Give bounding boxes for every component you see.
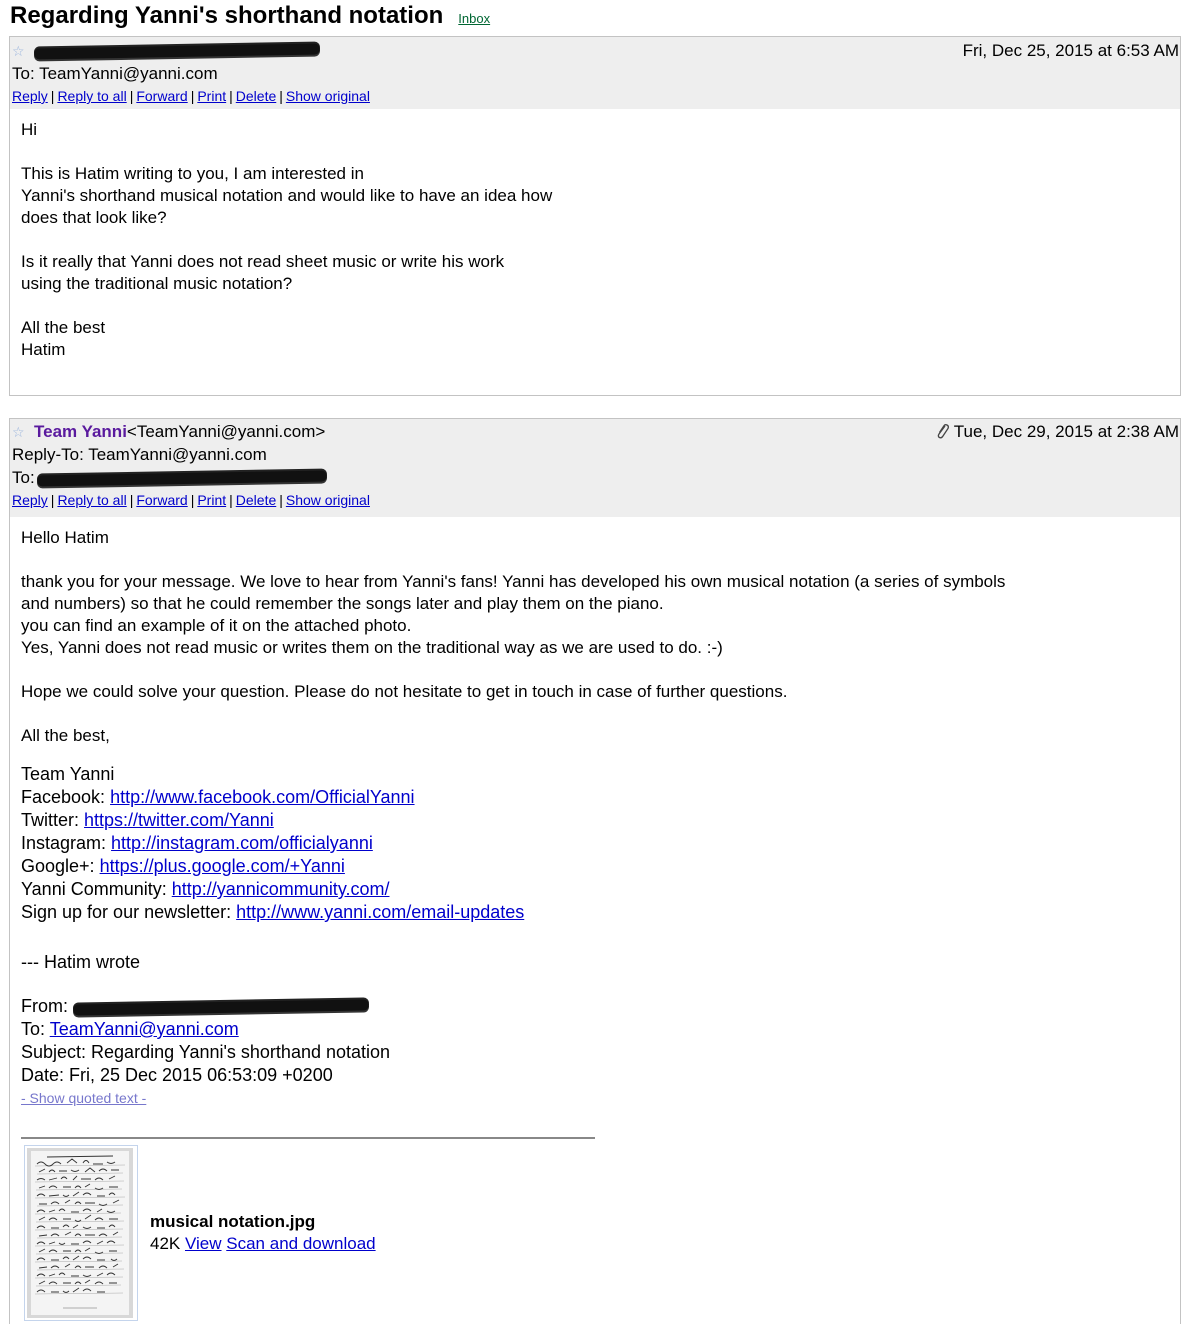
- subject-bar: Regarding Yanni's shorthand notation Inb…: [10, 2, 490, 34]
- reply-all-link[interactable]: Reply to all: [57, 88, 126, 104]
- body-line: Yanni's shorthand musical notation and w…: [21, 186, 553, 205]
- body-greeting: Hello Hatim: [21, 528, 109, 547]
- body-signature: Hatim: [21, 340, 66, 359]
- quote-to-label: To:: [21, 1019, 50, 1039]
- signature-block: Team Yanni Facebook: http://www.facebook…: [21, 763, 1169, 1087]
- body-line: thank you for your message. We love to h…: [21, 572, 1006, 591]
- message-1-date: Fri, Dec 25, 2015 at 6:53 AM: [962, 41, 1179, 60]
- body-line: Hope we could solve your question. Pleas…: [21, 682, 788, 701]
- message-2-actions: Reply | Reply to all | Forward | Print | Delete |…: [12, 492, 370, 508]
- star-icon[interactable]: ☆: [12, 40, 34, 63]
- message-2-to-label: To:: [12, 468, 35, 487]
- message-2-body: Hello Hatim thank you for your message. …: [10, 517, 1180, 1331]
- attachment-filename: musical notation.jpg: [150, 1212, 316, 1231]
- reply-link[interactable]: Reply: [12, 492, 48, 508]
- body-closing: All the best,: [21, 726, 110, 745]
- reply-all-link[interactable]: Reply to all: [57, 492, 126, 508]
- newsletter-label: Sign up for our newsletter:: [21, 902, 237, 922]
- message-1-actions: Reply | Reply to all | Forward | Print | Delete |…: [12, 88, 370, 104]
- paperclip-icon: [935, 422, 953, 441]
- body-line: does that look like?: [21, 208, 167, 227]
- message-1-body: Hi This is Hatim writing to you, I am in…: [10, 109, 1180, 371]
- message-2-date: Tue, Dec 29, 2015 at 2:38 AM: [935, 420, 1179, 443]
- facebook-link[interactable]: http://www.facebook.com/OfficialYanni: [110, 787, 414, 807]
- attachment-thumbnail[interactable]: [24, 1145, 138, 1321]
- attachment: musical notation.jpg 42K View Scan and d…: [21, 1145, 1169, 1321]
- body-line: and numbers) so that he could remember t…: [21, 594, 664, 613]
- quote-to-email-link[interactable]: TeamYanni@yanni.com: [50, 1019, 239, 1039]
- print-link[interactable]: Print: [197, 88, 226, 104]
- message-1-to: To: TeamYanni@yanni.com: [12, 64, 218, 83]
- body-greeting: Hi: [21, 120, 38, 139]
- attachment-divider: [21, 1137, 595, 1139]
- attachment-size: 42K: [150, 1234, 181, 1253]
- facebook-label: Facebook:: [21, 787, 111, 807]
- attachment-info: musical notation.jpg 42K View Scan and d…: [150, 1211, 376, 1255]
- reply-link[interactable]: Reply: [12, 88, 48, 104]
- show-original-link[interactable]: Show original: [286, 88, 370, 104]
- instagram-link[interactable]: http://instagram.com/officialyanni: [111, 833, 373, 853]
- show-quoted-text-link[interactable]: - Show quoted text -: [21, 1090, 146, 1106]
- redacted-recipient: [36, 470, 327, 487]
- message-2-reply-to: Reply-To: TeamYanni@yanni.com: [12, 445, 267, 464]
- message-1-header: ☆ Fri, Dec 25, 2015 at 6:53 AM To: TeamY…: [10, 37, 1180, 109]
- sender-name[interactable]: Team Yanni: [34, 422, 127, 441]
- newsletter-link[interactable]: http://www.yanni.com/email-updates: [236, 902, 524, 922]
- delete-link[interactable]: Delete: [236, 492, 276, 508]
- body-line: you can find an example of it on the att…: [21, 616, 412, 635]
- quote-date: Date: Fri, 25 Dec 2015 06:53:09 +0200: [21, 1065, 333, 1085]
- message-2-date-text: Tue, Dec 29, 2015 at 2:38 AM: [953, 422, 1179, 441]
- forward-link[interactable]: Forward: [136, 492, 187, 508]
- quote-from-label: From:: [21, 996, 73, 1016]
- message-2-header: ☆ Team Yanni<TeamYanni@yanni.com> Tue, De…: [10, 419, 1180, 517]
- body-line: using the traditional music notation?: [21, 274, 293, 293]
- sender-email: <TeamYanni@yanni.com>: [126, 422, 326, 441]
- body-line: This is Hatim writing to you, I am inter…: [21, 164, 364, 183]
- show-original-link[interactable]: Show original: [286, 492, 370, 508]
- quote-subject: Subject: Regarding Yanni's shorthand not…: [21, 1042, 391, 1062]
- instagram-label: Instagram:: [21, 833, 112, 853]
- signature-name: Team Yanni: [21, 764, 115, 784]
- community-label: Yanni Community:: [21, 879, 172, 899]
- body-closing: All the best: [21, 318, 106, 337]
- twitter-link[interactable]: https://twitter.com/Yanni: [84, 810, 274, 830]
- redacted-from-address: [72, 999, 370, 1016]
- message-1: ☆ Fri, Dec 25, 2015 at 6:53 AM To: TeamY…: [9, 36, 1181, 396]
- body-line: Is it really that Yanni does not read sh…: [21, 252, 505, 271]
- delete-link[interactable]: Delete: [236, 88, 276, 104]
- google-plus-link[interactable]: https://plus.google.com/+Yanni: [100, 856, 345, 876]
- inbox-label-link[interactable]: Inbox: [458, 11, 490, 26]
- community-link[interactable]: http://yannicommunity.com/: [172, 879, 390, 899]
- redacted-sender: [33, 43, 321, 60]
- google-plus-label: Google+:: [21, 856, 100, 876]
- quote-header: --- Hatim wrote: [21, 952, 141, 972]
- body-line: Yes, Yanni does not read music or writes…: [21, 638, 723, 657]
- message-2: ☆ Team Yanni<TeamYanni@yanni.com> Tue, De…: [9, 418, 1181, 1324]
- email-subject: Regarding Yanni's shorthand notation: [10, 2, 444, 29]
- forward-link[interactable]: Forward: [136, 88, 187, 104]
- twitter-label: Twitter:: [21, 810, 85, 830]
- star-icon[interactable]: ☆: [12, 421, 34, 444]
- print-link[interactable]: Print: [197, 492, 226, 508]
- attachment-download-link[interactable]: Scan and download: [226, 1234, 375, 1253]
- attachment-view-link[interactable]: View: [185, 1234, 222, 1253]
